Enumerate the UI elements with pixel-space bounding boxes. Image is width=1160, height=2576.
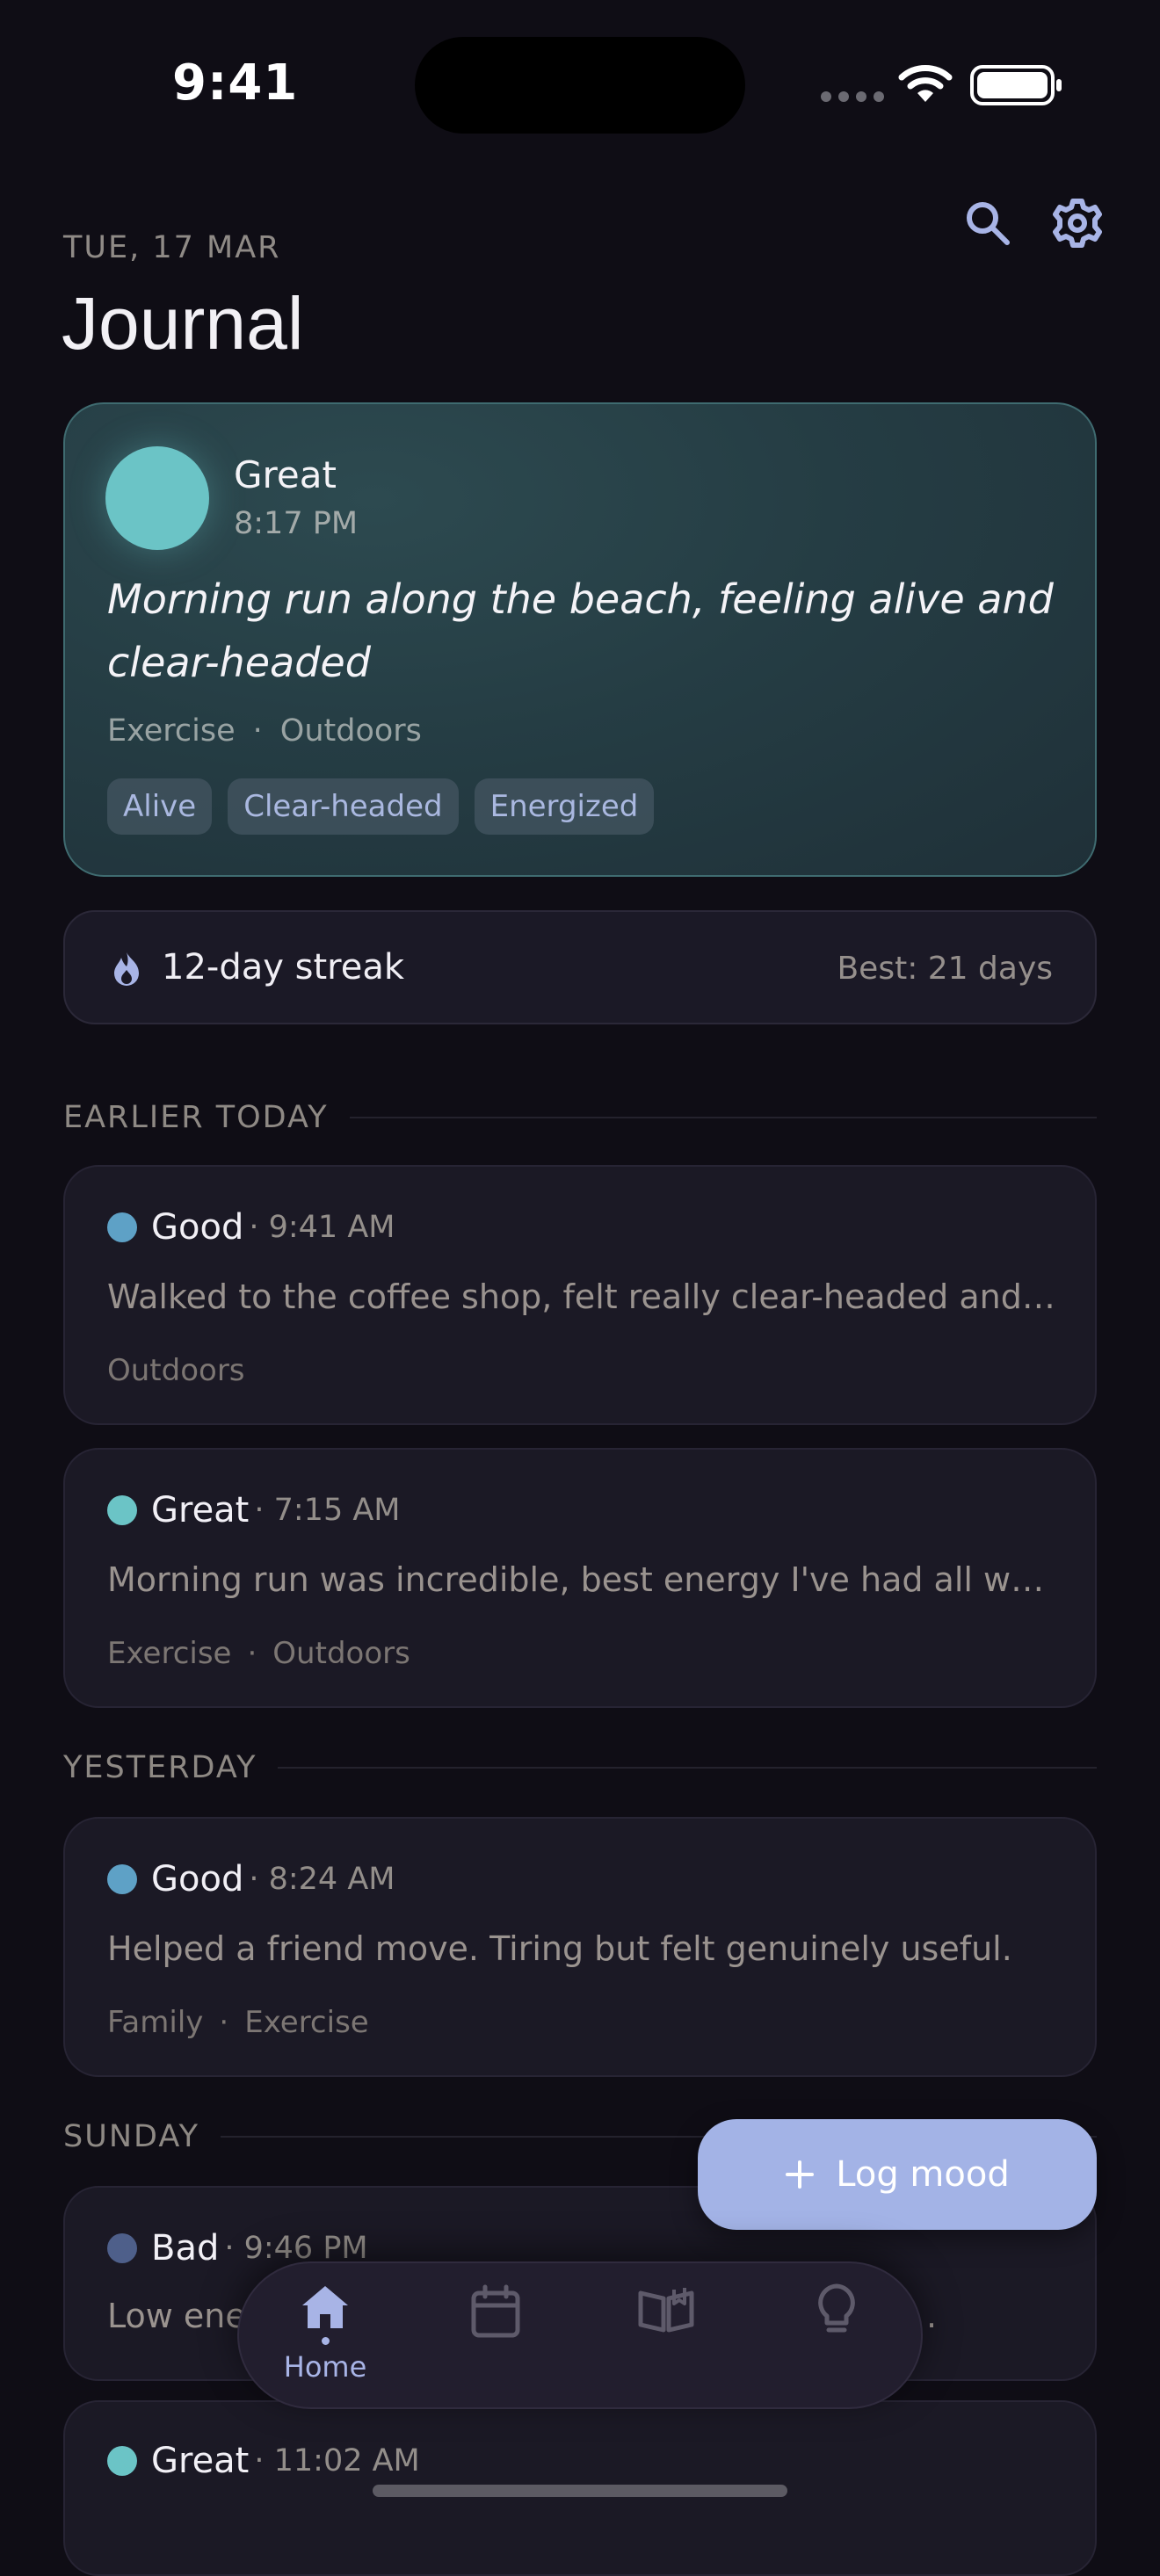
wifi-icon [898,65,953,102]
tab-bar: Home [237,2261,923,2409]
flame-icon [114,952,139,986]
date-label: TUE, 17 MAR [63,230,281,265]
entry-header: Good · 9:41 AM [107,1207,395,1248]
log-mood-label: Log mood [836,2154,1010,2195]
settings-button[interactable] [1049,195,1106,251]
log-mood-button[interactable]: Log mood [698,2119,1097,2230]
activity-label: Exercise [107,713,236,749]
activity-label: Outdoors [107,1353,245,1388]
entry-mood: Good [151,1207,244,1248]
section-title: SUNDAY [63,2119,199,2154]
section-header-yesterday: YESTERDAY [63,1750,1097,1785]
entry-activities: Outdoors [107,1353,245,1388]
plus-icon [786,2160,815,2189]
mood-dot [107,2446,137,2476]
featured-note: Morning run along the beach, feeling ali… [107,575,1054,686]
entry-note-tail: . [926,2297,938,2335]
featured-activities: Exercise · Outdoors [107,713,422,749]
mood-dot [107,1212,137,1242]
battery-icon [970,65,1062,105]
tab-home[interactable]: Home [255,2263,395,2411]
entry-time: · 11:02 AM [254,2443,420,2478]
entry-mood: Great [151,2441,250,2481]
entry-time: · 9:41 AM [249,1210,395,1245]
tab-insights[interactable] [766,2263,907,2411]
entry-note: Walked to the coffee shop, felt really c… [107,1277,1056,1316]
section-title: YESTERDAY [63,1750,257,1785]
entry-header: Great · 7:15 AM [107,1490,401,1530]
activity-separator: · [219,2005,229,2040]
activity-label: Outdoors [272,1636,410,1671]
entry-mood: Great [151,1490,250,1530]
feeling-tags: Alive Clear-headed Energized [107,778,655,835]
mood-orb [105,446,209,550]
page-title: Journal [62,282,304,365]
entry-activities: Family · Exercise [107,2005,369,2040]
entry-activities: Exercise · Outdoors [107,1636,410,1671]
entry-card[interactable]: Great · 7:15 AM Morning run was incredib… [63,1448,1097,1708]
search-icon [967,202,1010,245]
section-header-earlier-today: EARLIER TODAY [63,1100,1097,1135]
book-icon [638,2288,694,2333]
tab-label: Home [283,2350,367,2384]
streak-label: 12-day streak [162,947,404,988]
feeling-tag: Clear-headed [228,778,459,835]
entry-time: · 7:15 AM [254,1493,401,1528]
home-icon [302,2286,348,2328]
section-title: EARLIER TODAY [63,1100,329,1135]
entry-header: Good · 8:24 AM [107,1859,395,1899]
feeling-tag: Energized [474,778,655,835]
section-divider [349,1117,1097,1118]
activity-label: Outdoors [279,713,422,749]
dynamic-island [415,37,745,134]
tab-journal[interactable] [596,2263,736,2411]
featured-mood: Great [234,453,337,496]
entry-card[interactable]: Good · 8:24 AM Helped a friend move. Tir… [63,1817,1097,2077]
entry-note: Morning run was incredible, best energy … [107,1560,1056,1599]
entry-card[interactable]: Good · 9:41 AM Walked to the coffee shop… [63,1165,1097,1425]
streak-best: Best: 21 days [837,951,1053,987]
lightbulb-icon [818,2283,855,2333]
featured-time: 8:17 PM [234,506,359,541]
feeling-tag: Alive [107,778,213,835]
entry-header: Great · 11:02 AM [107,2441,420,2481]
calendar-icon [471,2284,520,2338]
tab-calendar[interactable] [425,2263,566,2411]
entry-mood: Bad [151,2228,220,2268]
section-divider [278,1767,1097,1769]
activity-label: Exercise [107,1636,232,1671]
mood-dot [107,2233,137,2263]
activity-separator: · [252,713,263,749]
gear-icon [1053,199,1102,248]
active-tab-indicator [321,2337,330,2345]
featured-entry-card[interactable]: Great 8:17 PM Morning run along the beac… [63,402,1097,877]
home-indicator [373,2485,787,2497]
activity-separator: · [247,1636,257,1671]
activity-label: Exercise [244,2005,369,2040]
entry-note: Helped a friend move. Tiring but felt ge… [107,1929,1012,1968]
activity-label: Family [107,2005,204,2040]
mood-dot [107,1864,137,1894]
mood-dot [107,1495,137,1525]
entry-time: · 9:46 PM [224,2231,368,2266]
entry-mood: Good [151,1859,244,1899]
status-time: 9:41 [172,54,299,112]
entry-time: · 8:24 AM [249,1862,395,1897]
search-button[interactable] [960,195,1016,251]
streak-card[interactable]: 12-day streak Best: 21 days [63,910,1097,1024]
cellular-signal-icon [821,91,884,102]
